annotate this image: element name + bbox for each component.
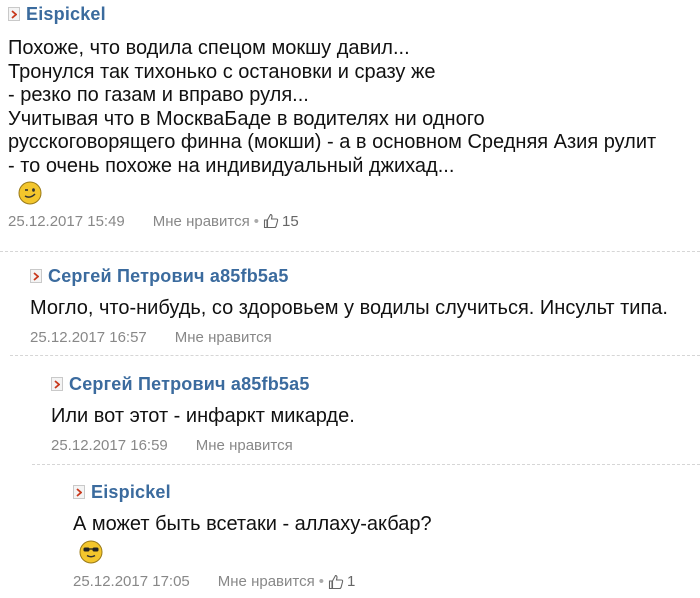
comment-header: Eispickel bbox=[73, 480, 700, 504]
comment-header: Сергей Петрович a85fb5a5 bbox=[51, 372, 700, 396]
like-count: 1 bbox=[346, 573, 356, 590]
comment: Сергей Петрович a85fb5a5 Могло, что-нибу… bbox=[30, 264, 700, 349]
comment-date: 25.12.2017 16:57 bbox=[30, 329, 147, 346]
arrow-icon[interactable] bbox=[30, 269, 42, 283]
like-button[interactable]: Мне нравится bbox=[196, 437, 293, 454]
comment-divider bbox=[32, 464, 700, 465]
like-button[interactable]: Мне нравится bbox=[175, 329, 272, 346]
text-line: - резко по газам и вправо руля... bbox=[8, 84, 309, 106]
text-line: Могло, что-нибудь, со здоровьем у водилы… bbox=[30, 297, 668, 319]
thumbs-up-icon bbox=[328, 574, 344, 590]
thumbs-up-icon bbox=[263, 213, 279, 229]
arrow-icon[interactable] bbox=[73, 485, 85, 499]
comment-text: Могло, что-нибудь, со здоровьем у водилы… bbox=[30, 297, 700, 321]
comment-divider bbox=[0, 251, 700, 252]
text-line: Тронулся так тихонько с остановки и сраз… bbox=[8, 60, 436, 83]
text-line: Или вот этот - инфаркт микарде. bbox=[51, 405, 355, 427]
text-line: Похоже, что водила спецом мокшу давил... bbox=[8, 37, 410, 59]
comment-text: Или вот этот - инфаркт микарде. bbox=[51, 405, 700, 429]
like-count: 15 bbox=[281, 212, 299, 230]
separator-dot: • bbox=[318, 573, 324, 590]
comment-date: 25.12.2017 16:59 bbox=[51, 437, 168, 454]
like-button[interactable]: Мне нравится bbox=[153, 213, 250, 230]
author-name[interactable]: Eispickel bbox=[91, 482, 171, 503]
comment-text: А может быть всетаки - аллаху-акбар? bbox=[73, 513, 700, 537]
author-name[interactable]: Сергей Петрович a85fb5a5 bbox=[48, 266, 289, 287]
comment-text: Похоже, что водила спецом мокшу давил...… bbox=[8, 37, 700, 178]
text-line: - то очень похоже на индивидуальный джих… bbox=[8, 154, 455, 177]
comment-divider bbox=[10, 355, 700, 356]
separator-dot: • bbox=[253, 212, 259, 230]
comment-date: 25.12.2017 17:05 bbox=[73, 573, 190, 590]
comment-meta: 25.12.2017 15:49 Мне нравится • 15 bbox=[8, 210, 700, 232]
comment-date: 25.12.2017 15:49 bbox=[8, 212, 125, 230]
comment: Сергей Петрович a85fb5a5 Или вот этот - … bbox=[51, 372, 700, 457]
sunglasses-smiley-icon bbox=[79, 540, 700, 564]
arrow-icon[interactable] bbox=[8, 7, 20, 21]
text-line: русскоговорящего финна (мокши) - а в осн… bbox=[8, 131, 657, 153]
like-button[interactable]: Мне нравится bbox=[218, 573, 315, 590]
arrow-icon[interactable] bbox=[51, 377, 63, 391]
comment-meta: 25.12.2017 16:59 Мне нравится bbox=[51, 435, 700, 457]
comment: Eispickel А может быть всетаки - аллаху-… bbox=[73, 480, 700, 593]
text-line: Учитывая что в МоскваБаде в водителях ни… bbox=[8, 107, 485, 130]
author-name[interactable]: Eispickel bbox=[26, 4, 106, 25]
comment-meta: 25.12.2017 16:57 Мне нравится bbox=[30, 327, 700, 349]
text-line: А может быть всетаки - аллаху-акбар? bbox=[73, 513, 432, 535]
wink-smiley-icon bbox=[18, 181, 700, 205]
comment: Eispickel Похоже, что водила спецом мокш… bbox=[8, 2, 700, 232]
author-name[interactable]: Сергей Петрович a85fb5a5 bbox=[69, 374, 310, 395]
comment-header: Eispickel bbox=[8, 2, 700, 26]
comment-meta: 25.12.2017 17:05 Мне нравится • 1 bbox=[73, 571, 700, 593]
comment-header: Сергей Петрович a85fb5a5 bbox=[30, 264, 700, 288]
